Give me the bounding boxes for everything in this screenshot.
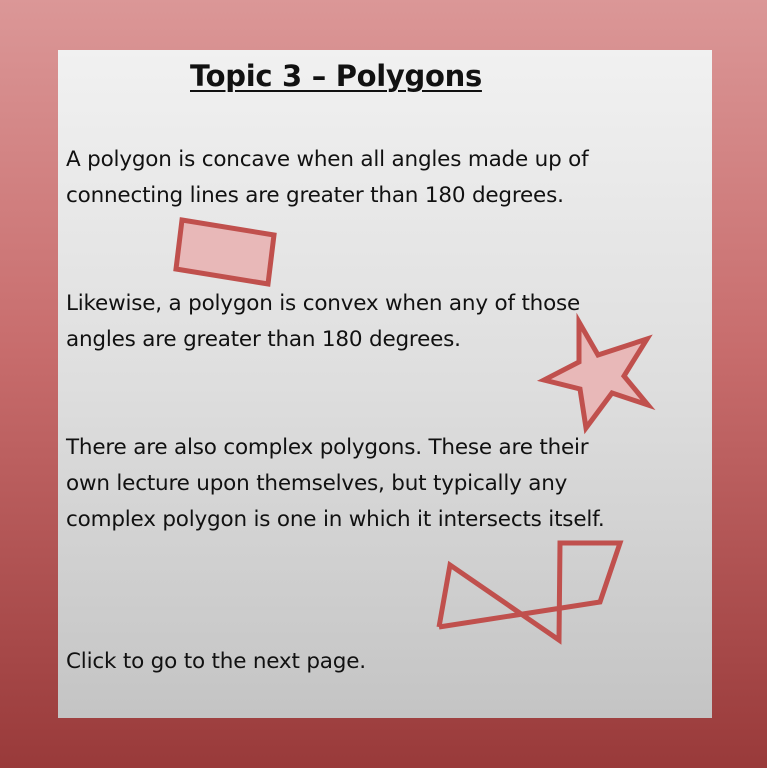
- convex-paragraph: Likewise, a polygon is convex when any o…: [66, 286, 580, 358]
- concave-paragraph: A polygon is concave when all angles mad…: [66, 142, 589, 214]
- slide-title: Topic 3 – Polygons: [190, 59, 482, 93]
- paragraph-line: Likewise, a polygon is convex when any o…: [66, 291, 581, 316]
- complex-paragraph: There are also complex polygons. These a…: [66, 430, 605, 538]
- paragraph-line: connecting lines are greater than 180 de…: [66, 183, 564, 208]
- paragraph-line: A polygon is concave when all angles mad…: [66, 147, 589, 172]
- slide-panel: Topic 3 – Polygons A polygon is concave …: [58, 50, 712, 718]
- paragraph-line: complex polygon is one in which it inter…: [66, 507, 605, 532]
- paragraph-line: own lecture upon themselves, but typical…: [66, 471, 568, 496]
- next-page-link-text[interactable]: Click to go to the next page.: [66, 644, 366, 680]
- paragraph-line: angles are greater than 180 degrees.: [66, 327, 461, 352]
- paragraph-line: There are also complex polygons. These a…: [66, 435, 589, 460]
- next-page-prompt[interactable]: Click to go to the next page.: [66, 644, 366, 680]
